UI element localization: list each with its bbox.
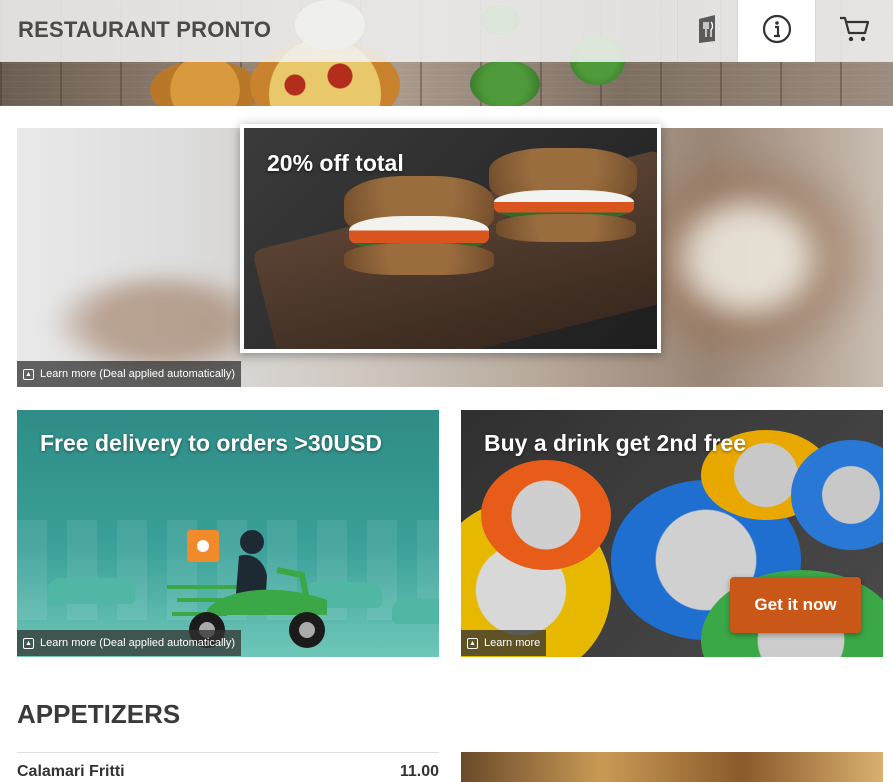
info-icon	[761, 13, 793, 50]
learn-more-link[interactable]: ▲ Learn more (Deal applied automatically…	[17, 361, 242, 387]
car-graphic	[392, 598, 439, 624]
promo-card-delivery[interactable]: Free delivery to orders >30USD ▲ Learn m…	[17, 410, 439, 657]
learn-more-label: Learn more (Deal applied automatically)	[40, 368, 236, 380]
header-banner: RESTAURANT PRONTO	[0, 0, 893, 106]
menu-item-price: 11.00	[399, 763, 439, 780]
bread-image	[496, 214, 636, 242]
menu-book-icon	[695, 13, 721, 50]
delivery-promo-title: Free delivery to orders >30USD	[40, 430, 382, 456]
get-it-now-button[interactable]: Get it now	[730, 577, 861, 633]
promo-card-discount[interactable]: 20% off total	[240, 124, 661, 353]
learn-more-label: Learn more (Deal applied automatically)	[40, 637, 236, 649]
header-actions	[677, 0, 893, 62]
expand-up-icon: ▲	[23, 368, 34, 380]
promo-title: 20% off total	[267, 150, 404, 176]
cart-icon	[838, 14, 872, 49]
cart-button[interactable]	[815, 0, 893, 62]
menu-item-name: Calamari Fritti	[17, 763, 125, 780]
learn-more-link[interactable]: ▲ Learn more (Deal applied automatically…	[17, 630, 242, 656]
expand-up-icon: ▲	[23, 637, 34, 649]
learn-more-link[interactable]: ▲ Learn more	[461, 630, 547, 656]
top-bar: RESTAURANT PRONTO	[0, 0, 893, 62]
menu-book-button[interactable]	[677, 0, 737, 62]
section-title-appetizers: APPETIZERS	[17, 699, 181, 729]
can-image	[481, 460, 611, 570]
info-button[interactable]	[737, 0, 815, 62]
sandwich-image: 20% off total	[244, 128, 657, 349]
learn-more-label: Learn more	[484, 637, 541, 649]
restaurant-name: RESTAURANT PRONTO	[18, 17, 272, 42]
basil-leaf-image	[470, 60, 540, 106]
bread-image	[344, 243, 494, 275]
expand-up-icon: ▲	[467, 637, 478, 649]
drinks-promo-title: Buy a drink get 2nd free	[484, 430, 747, 456]
car-graphic	[47, 578, 135, 604]
menu-item-image[interactable]	[461, 752, 883, 782]
